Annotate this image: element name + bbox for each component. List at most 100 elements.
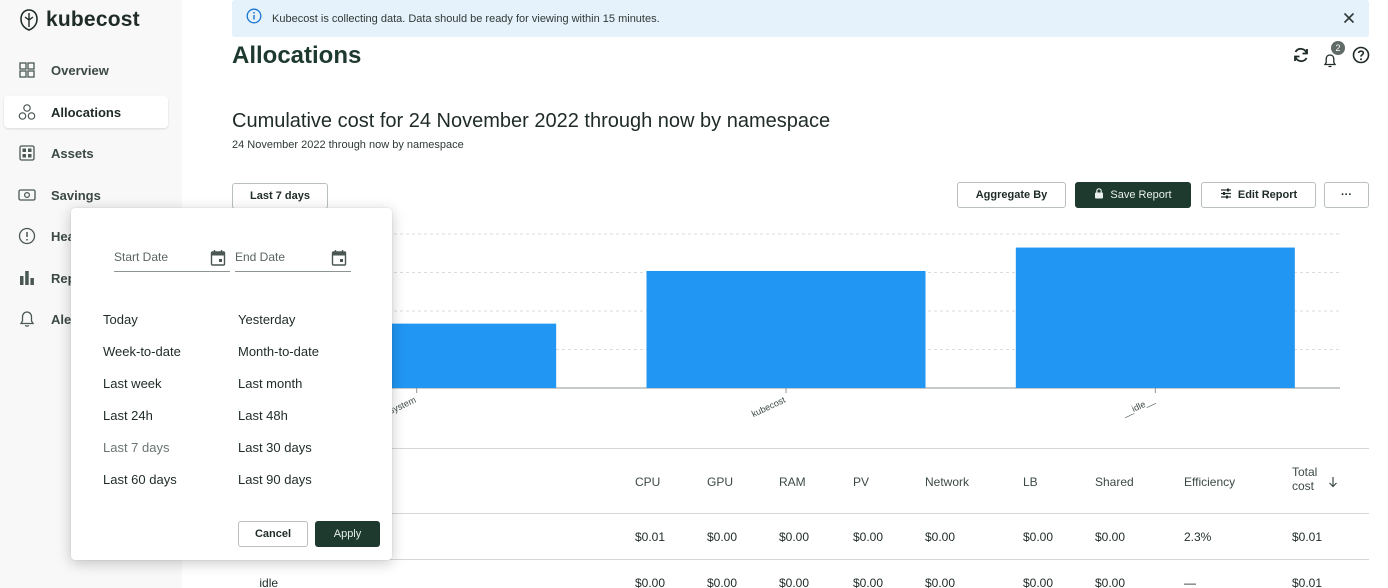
end-date-input[interactable]: [235, 250, 315, 264]
aggregate-by-button[interactable]: Aggregate By: [957, 182, 1066, 208]
preset-last-week[interactable]: Last week: [103, 376, 162, 391]
save-report-label: Save Report: [1110, 189, 1172, 201]
cell-gpu: $0.00: [707, 576, 738, 588]
report-subtitle: 24 November 2022 through now by namespac…: [232, 139, 464, 151]
preset-last-90-days[interactable]: Last 90 days: [238, 472, 312, 487]
col-header-cpu[interactable]: CPU: [635, 475, 660, 489]
apply-button[interactable]: Apply: [315, 521, 380, 547]
preset-last-60-days[interactable]: Last 60 days: [103, 472, 177, 487]
info-banner: Kubecost is collecting data. Data should…: [232, 0, 1369, 37]
sidebar-item-assets[interactable]: Assets: [4, 137, 168, 169]
chart-tick-label: __idle__: [1120, 394, 1157, 418]
sort-arrow-icon[interactable]: [1328, 475, 1338, 493]
cell-ram: $0.00: [779, 530, 810, 544]
col-header-shared[interactable]: Shared: [1095, 475, 1134, 489]
col-header-lb[interactable]: LB: [1023, 475, 1038, 489]
chart-tick-label: kubecost: [750, 395, 787, 419]
bell-icon: [18, 310, 36, 328]
preset-today[interactable]: Today: [103, 312, 138, 327]
date-range-button[interactable]: Last 7 days: [232, 183, 328, 209]
allocations-icon: [18, 103, 36, 121]
savings-icon: [18, 186, 36, 204]
app-name: kubecost: [46, 8, 140, 31]
cell-network: $0.00: [925, 530, 956, 544]
kubecost-logo[interactable]: kubecost: [18, 8, 140, 32]
date-range-popover: Today Week-to-date Last week Last 24h La…: [71, 208, 392, 560]
cell-total-cost: $0.01: [1292, 530, 1323, 544]
sidebar-item-label: Allocations: [51, 104, 122, 120]
sidebar-item-overview[interactable]: Overview: [4, 54, 168, 86]
notification-count-badge: 2: [1331, 40, 1345, 55]
preset-yesterday[interactable]: Yesterday: [238, 312, 295, 327]
save-icon: [1094, 188, 1104, 202]
close-icon[interactable]: [1341, 10, 1357, 26]
bell-icon: [1322, 53, 1338, 74]
sidebar-item-label: Ale: [51, 311, 72, 327]
sliders-icon: [1220, 188, 1232, 202]
preset-last-48h[interactable]: Last 48h: [238, 408, 288, 423]
sidebar-item-allocations[interactable]: Allocations: [4, 96, 168, 128]
date-range-label: Last 7 days: [250, 190, 310, 202]
cell-pv: $0.00: [853, 530, 884, 544]
notifications-button[interactable]: 2: [1322, 40, 1345, 68]
cell-lb: $0.00: [1023, 576, 1054, 588]
top-actions: 2: [1292, 40, 1370, 69]
chart-bar-idle[interactable]: [1015, 247, 1295, 388]
preset-week-to-date[interactable]: Week-to-date: [103, 344, 181, 359]
total-cost-line2: cost: [1292, 479, 1315, 493]
table-header-divider: [232, 513, 1369, 514]
table-top-divider: [232, 448, 1369, 449]
report-title: Cumulative cost for 24 November 2022 thr…: [232, 110, 831, 132]
cell-network: $0.00: [925, 576, 956, 588]
cell-cpu: $0.01: [635, 530, 666, 544]
sidebar-item-label: Savings: [51, 187, 101, 203]
cell-shared: $0.00: [1095, 530, 1126, 544]
table-row-divider: [232, 559, 1369, 560]
col-header-ram[interactable]: RAM: [779, 475, 806, 489]
cell-total-cost: $0.01: [1292, 576, 1323, 588]
end-date-field[interactable]: [235, 248, 351, 272]
refresh-icon[interactable]: [1292, 46, 1310, 69]
aggregate-by-label: Aggregate By: [975, 189, 1048, 201]
help-icon[interactable]: [1352, 46, 1370, 69]
cell-ram: $0.00: [779, 576, 810, 588]
cell-pv: $0.00: [853, 576, 884, 588]
more-icon: ···: [1341, 189, 1352, 201]
cost-bar-chart: kube-system kubecost __idle__: [232, 233, 1340, 425]
cell-lb: $0.00: [1023, 530, 1054, 544]
health-icon: [18, 227, 36, 245]
grid-icon: [18, 61, 36, 79]
preset-last-24h[interactable]: Last 24h: [103, 408, 153, 423]
col-header-gpu[interactable]: GPU: [707, 475, 733, 489]
cell-gpu: $0.00: [707, 530, 738, 544]
preset-last-30-days[interactable]: Last 30 days: [238, 440, 312, 455]
kubecost-logo-icon: [20, 9, 38, 31]
preset-last-month[interactable]: Last month: [238, 376, 302, 391]
preset-month-to-date[interactable]: Month-to-date: [238, 344, 319, 359]
cancel-button[interactable]: Cancel: [238, 521, 308, 547]
col-header-network[interactable]: Network: [925, 475, 969, 489]
col-header-pv[interactable]: PV: [853, 475, 869, 489]
chart-bar-kubecost[interactable]: [646, 270, 926, 388]
col-header-total-cost[interactable]: Total cost: [1292, 465, 1317, 493]
save-report-button[interactable]: Save Report: [1075, 182, 1191, 208]
start-date-input[interactable]: [114, 250, 194, 264]
cell-shared: $0.00: [1095, 576, 1126, 588]
more-options-button[interactable]: ···: [1324, 182, 1369, 208]
calendar-icon[interactable]: [210, 249, 226, 267]
total-cost-line1: Total: [1292, 465, 1318, 479]
assets-icon: [18, 144, 36, 162]
cell-name: __idle__: [246, 576, 292, 588]
sidebar-item-label: Assets: [51, 145, 94, 161]
preset-last-7-days[interactable]: Last 7 days: [103, 440, 170, 455]
edit-report-label: Edit Report: [1237, 189, 1298, 201]
edit-report-button[interactable]: Edit Report: [1201, 182, 1316, 208]
reports-icon: [18, 269, 36, 287]
sidebar-item-label: Overview: [51, 62, 109, 78]
sidebar-item-savings[interactable]: Savings: [4, 179, 168, 211]
col-header-efficiency[interactable]: Efficiency: [1184, 475, 1235, 489]
calendar-icon[interactable]: [331, 249, 347, 267]
info-icon: [246, 8, 262, 29]
cell-efficiency: —: [1184, 576, 1196, 588]
start-date-field[interactable]: [114, 248, 230, 272]
